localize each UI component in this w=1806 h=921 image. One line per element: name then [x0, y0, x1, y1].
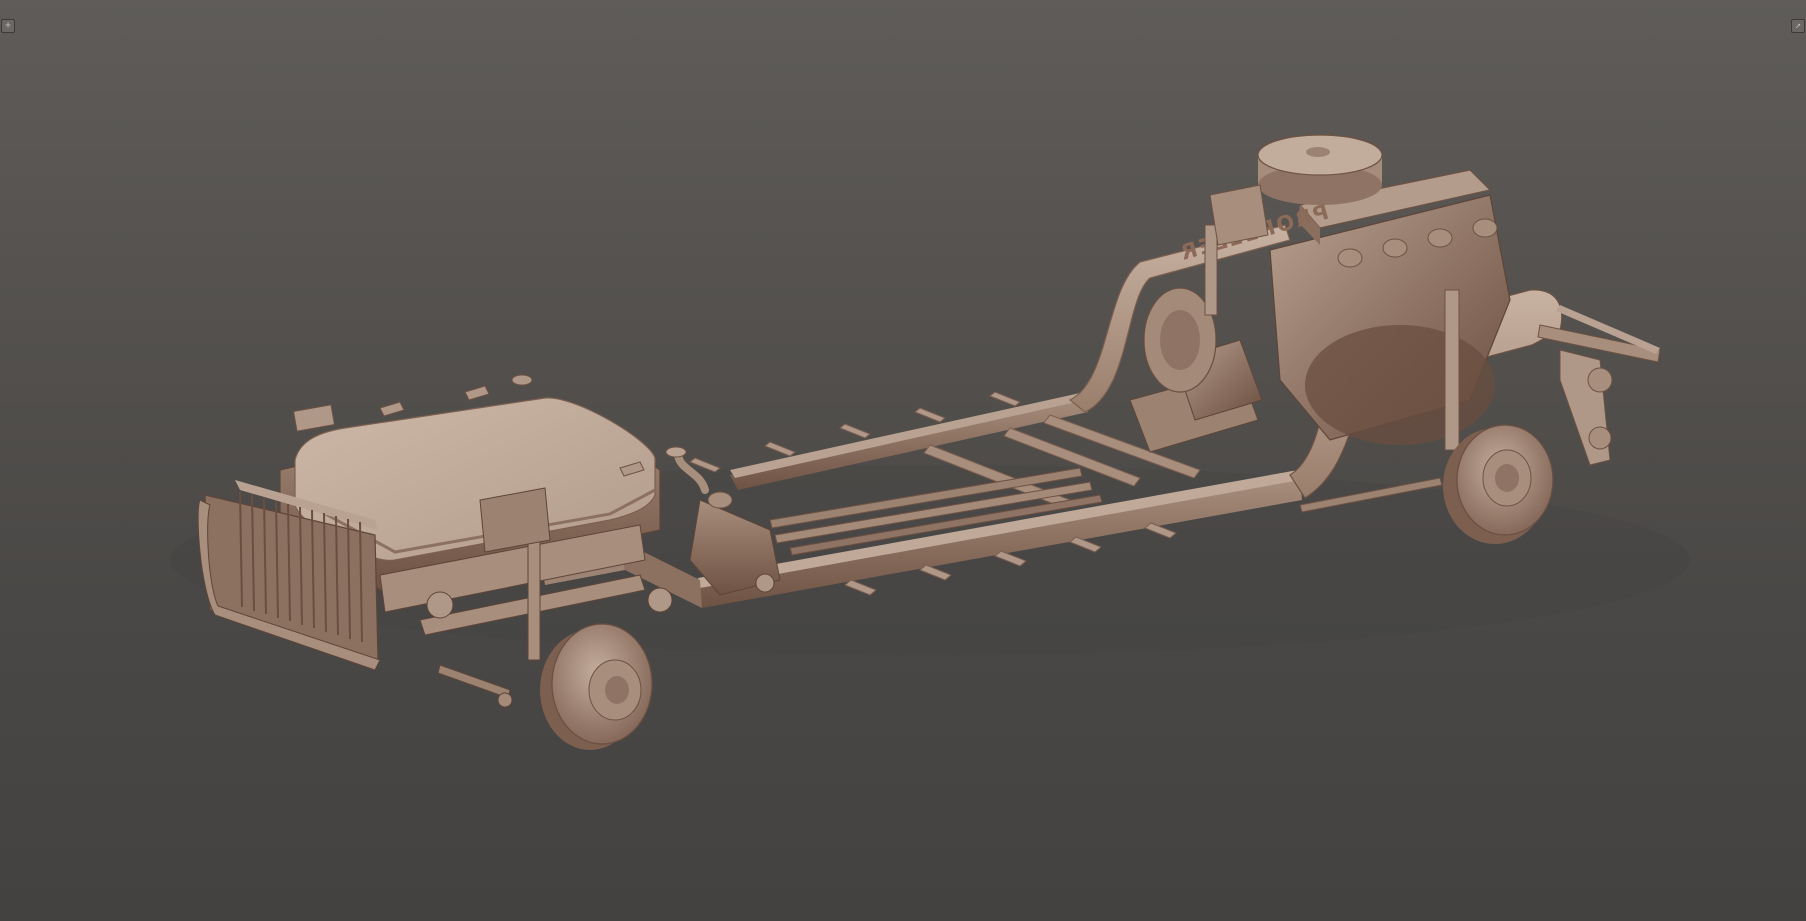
- filler-neck: [707, 491, 733, 509]
- chassis-model[interactable]: PROPELLER: [0, 0, 1806, 921]
- front-wheel: [540, 623, 653, 750]
- filler-cap: [665, 446, 687, 458]
- 3d-viewport[interactable]: + ↗: [0, 0, 1806, 921]
